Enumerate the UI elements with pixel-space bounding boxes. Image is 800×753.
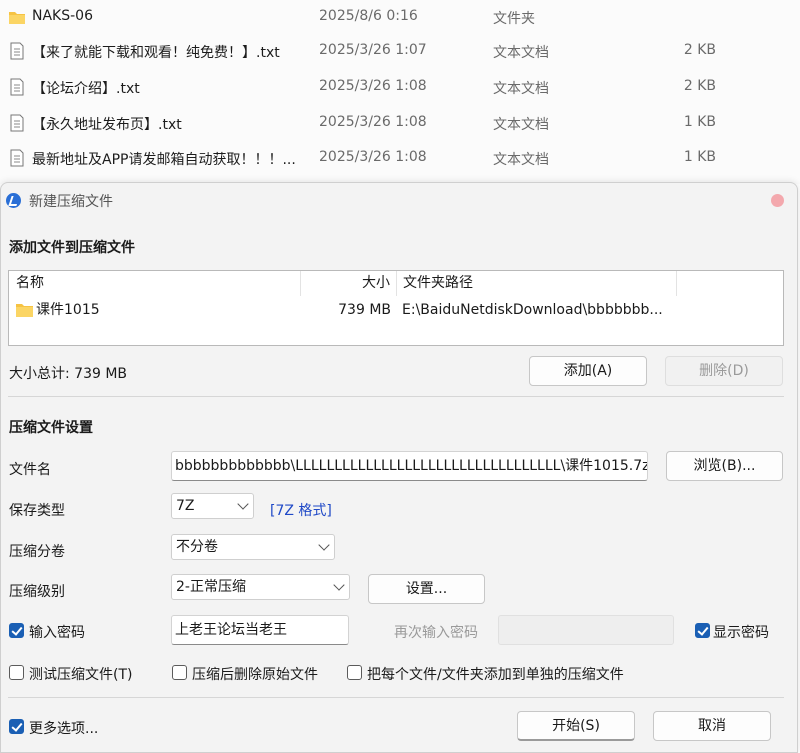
format-link[interactable]: [7Z 格式]	[270, 500, 332, 520]
file-date: 2025/3/26 1:08	[319, 78, 427, 94]
file-size: 2 KB	[683, 78, 716, 94]
split-value: 不分卷	[176, 539, 218, 555]
chevron-down-icon	[237, 498, 249, 510]
column-header-empty	[677, 271, 783, 296]
new-archive-dialog: 新建压缩文件 添加文件到压缩文件 名称 大小 文件夹路径 课件1015 739 …	[0, 182, 798, 753]
more-options-checkbox[interactable]	[9, 719, 24, 734]
dialog-titlebar[interactable]: 新建压缩文件	[1, 183, 797, 217]
folder-icon	[16, 302, 34, 318]
file-name: 【永久地址发布页】.txt	[32, 117, 182, 133]
test-archive-checkbox[interactable]	[9, 665, 24, 680]
separate-archives-label: 把每个文件/文件夹添加到单独的压缩文件	[367, 667, 624, 683]
level-label: 压缩级别	[9, 584, 65, 600]
divider	[8, 396, 784, 397]
row-name: 课件1015	[36, 302, 100, 318]
delete-after-checkbox[interactable]	[172, 665, 187, 680]
file-type: 文本文档	[493, 81, 549, 97]
password-label: 输入密码	[29, 625, 85, 641]
show-password-label: 显示密码	[713, 625, 769, 641]
file-name: 【论坛介绍】.txt	[32, 81, 140, 97]
more-options-label: 更多选项...	[29, 721, 99, 737]
save-type-select[interactable]: 7Z	[171, 493, 254, 519]
add-button[interactable]: 添加(A)	[529, 356, 647, 386]
delete-button[interactable]: 删除(D)	[665, 356, 783, 386]
file-size: 1 KB	[683, 149, 716, 165]
dialog-title: 新建压缩文件	[29, 194, 113, 210]
start-button[interactable]: 开始(S)	[517, 711, 635, 741]
file-name: 最新地址及APP请发邮箱自动获取！！！...	[32, 152, 296, 168]
file-name: 【来了就能下载和观看！纯免费！】.txt	[32, 45, 280, 61]
chevron-down-icon	[333, 579, 345, 591]
cancel-button[interactable]: 取消	[653, 711, 771, 741]
filename-input[interactable]: bbbbbbbbbbbbb\LLLLLLLLLLLLLLLLLLLLLLLLLL…	[171, 451, 648, 481]
app-logo-icon	[6, 193, 21, 208]
browse-button[interactable]: 浏览(B)...	[666, 451, 783, 481]
column-header-name[interactable]: 名称	[9, 271, 301, 296]
file-row[interactable]: 最新地址及APP请发邮箱自动获取！！！... 2025/3/26 1:08 文本…	[0, 141, 800, 177]
reenter-password-label: 再次输入密码	[394, 625, 478, 641]
test-archive-label: 测试压缩文件(T)	[29, 667, 133, 683]
password-input[interactable]: 上老王论坛当老王	[171, 615, 349, 645]
text-file-icon	[8, 77, 26, 97]
file-date: 2025/3/26 1:08	[319, 114, 427, 130]
file-date: 2025/3/26 1:07	[319, 42, 427, 58]
password-checkbox[interactable]	[9, 623, 24, 638]
folder-icon	[8, 7, 26, 27]
delete-after-label: 压缩后删除原始文件	[192, 667, 318, 683]
split-label: 压缩分卷	[9, 544, 65, 560]
text-file-icon	[8, 148, 26, 168]
settings-button[interactable]: 设置...	[368, 574, 485, 604]
files-table: 名称 大小 文件夹路径 课件1015 739 MB E:\BaiduNetdis…	[8, 270, 784, 346]
file-type: 文本文档	[493, 152, 549, 168]
divider	[8, 697, 784, 698]
file-row[interactable]: 【论坛介绍】.txt 2025/3/26 1:08 文本文档 2 KB	[0, 70, 800, 106]
close-icon[interactable]	[771, 194, 784, 207]
column-header-path[interactable]: 文件夹路径	[397, 271, 677, 296]
file-size: 2 KB	[683, 42, 716, 58]
level-select[interactable]: 2-正常压缩	[171, 574, 350, 600]
level-value: 2-正常压缩	[176, 579, 246, 595]
add-section-title: 添加文件到压缩文件	[9, 240, 135, 256]
file-type: 文本文档	[493, 117, 549, 133]
file-row[interactable]: 【永久地址发布页】.txt 2025/3/26 1:08 文本文档 1 KB	[0, 106, 800, 142]
show-password-checkbox[interactable]	[695, 623, 710, 638]
settings-section-title: 压缩文件设置	[9, 420, 93, 436]
file-type: 文件夹	[493, 11, 535, 27]
file-name: NAKS-06	[32, 8, 93, 24]
file-date: 2025/3/26 1:08	[319, 149, 427, 165]
separate-archives-checkbox[interactable]	[347, 665, 362, 680]
reenter-password-input[interactable]	[498, 615, 674, 645]
filename-label: 文件名	[9, 462, 51, 478]
row-size: 739 MB	[338, 302, 391, 318]
file-list: NAKS-06 2025/8/6 0:16 文件夹 【来了就能下载和观看！纯免费…	[0, 0, 800, 184]
file-type: 文本文档	[493, 45, 549, 61]
text-file-icon	[8, 113, 26, 133]
file-size: 1 KB	[683, 114, 716, 130]
total-size: 大小总计: 739 MB	[9, 366, 128, 382]
split-select[interactable]: 不分卷	[171, 534, 335, 560]
text-file-icon	[8, 41, 26, 61]
file-row[interactable]: NAKS-06 2025/8/6 0:16 文件夹	[0, 0, 800, 36]
file-row[interactable]: 【来了就能下载和观看！纯免费！】.txt 2025/3/26 1:07 文本文档…	[0, 34, 800, 70]
file-date: 2025/8/6 0:16	[319, 8, 418, 24]
row-path: E:\BaiduNetdiskDownload\bbbbbbb...	[402, 302, 663, 318]
chevron-down-icon	[318, 539, 330, 551]
save-type-value: 7Z	[176, 498, 195, 514]
save-type-label: 保存类型	[9, 503, 65, 519]
column-header-size[interactable]: 大小	[301, 271, 397, 296]
